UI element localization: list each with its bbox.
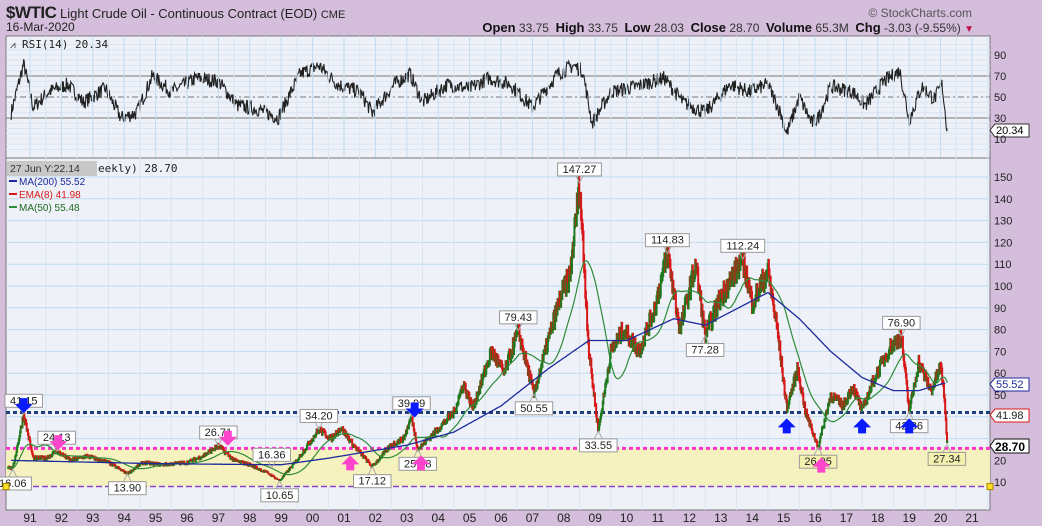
price-label: 34.20 [305, 410, 333, 422]
price-y-tick: 20 [994, 455, 1006, 467]
price-y-tick: 80 [994, 325, 1006, 337]
price-label: 114.83 [651, 235, 684, 247]
x-tick-label: 19 [903, 511, 917, 525]
x-tick-label: 07 [526, 511, 540, 525]
rsi-legend: RSI(14) 20.34 [22, 38, 108, 51]
ema8-legend: EMA(8) 41.98 [19, 190, 81, 201]
x-tick-label: 16 [808, 511, 822, 525]
ma50-swatch [9, 206, 17, 208]
x-tick-label: 06 [494, 511, 508, 525]
x-tick-label: 03 [400, 511, 414, 525]
price-y-tick: 10 [994, 477, 1006, 489]
ma200-legend: MA(200) 55.52 [19, 177, 86, 188]
x-tick-label: 15 [777, 511, 791, 525]
x-tick-label: 11 [652, 511, 665, 525]
floor-marker-right [986, 483, 994, 491]
x-tick-label: 12 [683, 511, 697, 525]
x-tick-label: 01 [337, 511, 351, 525]
x-tick-label: 05 [463, 511, 477, 525]
floor-marker-left [2, 483, 10, 491]
price-label: 50.55 [520, 403, 548, 415]
rsi-y-tick: 30 [994, 113, 1006, 125]
ma200-swatch [9, 180, 17, 182]
x-tick-label: 13 [714, 511, 728, 525]
price-y-tick: 60 [994, 368, 1006, 380]
x-tick-label: 14 [746, 511, 760, 525]
ema8-tag: 41.98 [996, 410, 1024, 422]
rsi-y-tick: 10 [994, 134, 1006, 146]
x-tick-label: 95 [149, 511, 163, 525]
rsi-panel [5, 35, 991, 159]
price-label: 147.27 [563, 164, 597, 176]
x-tick-label: 10 [620, 511, 634, 525]
price-y-tick: 120 [994, 237, 1012, 249]
x-tick-label: 04 [432, 511, 446, 525]
rsi-y-tick: 70 [994, 71, 1006, 83]
price-y-tick: 90 [994, 303, 1006, 315]
price-y-tick: 100 [994, 281, 1012, 293]
close-tag: 28.70 [995, 440, 1025, 454]
x-tick-label: 08 [557, 511, 571, 525]
price-label: 77.28 [691, 345, 719, 357]
x-tick-label: 96 [180, 511, 194, 525]
crosshair-readout: 27 Jun Y:22.14 [10, 163, 80, 175]
rsi-y-tick: 90 [994, 50, 1006, 62]
yellow-zone [6, 448, 990, 487]
x-tick-label: 94 [118, 511, 132, 525]
price-label: 112.24 [726, 240, 759, 252]
chart-canvas[interactable]: 16.0641.1524.1313.9026.7116.3610.6534.20… [0, 0, 1042, 526]
price-y-tick: 50 [994, 390, 1006, 402]
price-label: 33.55 [585, 440, 613, 452]
price-y-tick: 150 [994, 172, 1012, 184]
x-tick-label: 20 [934, 511, 948, 525]
x-tick-label: 97 [212, 511, 226, 525]
x-tick-label: 00 [306, 511, 320, 525]
x-tick-label: 99 [275, 511, 289, 525]
price-y-tick: 130 [994, 216, 1012, 228]
x-tick-label: 93 [86, 511, 100, 525]
price-y-tick: 110 [994, 259, 1012, 271]
price-label: 79.43 [505, 312, 533, 324]
price-label: 10.65 [266, 490, 294, 502]
x-tick-label: 18 [871, 511, 885, 525]
price-label: 27.34 [933, 453, 961, 465]
ma50-legend: MA(50) 55.48 [19, 203, 80, 214]
x-tick-label: 21 [965, 511, 979, 525]
x-tick-label: 91 [23, 511, 37, 525]
rsi-y-tick: 50 [994, 92, 1006, 104]
x-tick-label: 09 [589, 511, 603, 525]
x-tick-label: 98 [243, 511, 257, 525]
x-tick-label: 92 [55, 511, 69, 525]
price-legend: eekly) 28.70 [98, 162, 177, 175]
price-label: 76.90 [888, 317, 916, 329]
rsi-icon: ⩘ [10, 40, 16, 51]
price-label: 16.36 [258, 449, 286, 461]
x-tick-label: 02 [369, 511, 383, 525]
x-tick-label: 17 [840, 511, 854, 525]
ema8-swatch [9, 193, 17, 195]
price-label: 13.90 [114, 483, 142, 495]
price-y-tick: 140 [994, 194, 1012, 206]
price-label: 17.12 [358, 476, 386, 488]
price-y-tick: 70 [994, 346, 1006, 358]
